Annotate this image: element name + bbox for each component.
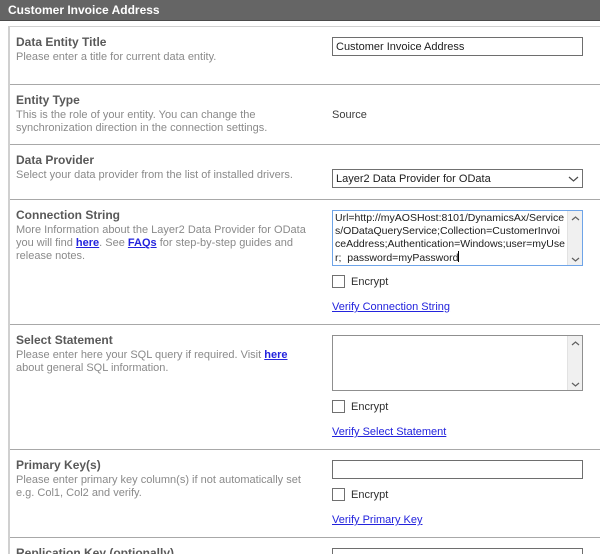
section-replication-key: Replication Key (optionally) In some cas…	[10, 537, 600, 554]
chevron-up-icon[interactable]	[571, 214, 580, 221]
connection-string-heading: Connection String	[16, 208, 317, 222]
select-statement-heading: Select Statement	[16, 333, 317, 347]
form-panel: Data Entity Title Please enter a title f…	[8, 26, 600, 554]
connection-string-textarea[interactable]: Url=http://myAOSHost:8101/DynamicsAx/Ser…	[332, 210, 583, 266]
chevron-down-icon[interactable]	[571, 255, 580, 262]
select-statement-scrollbar[interactable]	[567, 336, 582, 390]
encrypt-label: Encrypt	[351, 276, 388, 288]
text-caret	[458, 251, 459, 262]
primary-key-heading: Primary Key(s)	[16, 458, 317, 472]
section-data-entity-title: Data Entity Title Please enter a title f…	[10, 27, 600, 84]
connection-string-scrollbar[interactable]	[567, 211, 582, 265]
data-entity-title-input[interactable]: Customer Invoice Address	[332, 37, 583, 56]
verify-select-statement-link[interactable]: Verify Select Statement	[332, 426, 446, 438]
verify-primary-key-link[interactable]: Verify Primary Key	[332, 514, 422, 526]
connection-encrypt-row: Encrypt	[332, 275, 583, 288]
select-statement-textarea[interactable]	[332, 335, 583, 391]
chevron-up-icon[interactable]	[571, 339, 580, 346]
connection-desc-text-2: . See	[99, 237, 128, 249]
data-entity-title-heading: Data Entity Title	[16, 35, 317, 49]
select-desc-text-1: Please enter here your SQL query if requ…	[16, 349, 264, 361]
replication-key-input[interactable]	[332, 548, 583, 554]
primary-key-encrypt-row: Encrypt	[332, 488, 583, 501]
data-entity-title-description: Please enter a title for current data en…	[16, 51, 317, 64]
select-encrypt-row: Encrypt	[332, 400, 583, 413]
data-provider-heading: Data Provider	[16, 153, 317, 167]
data-entity-title-value: Customer Invoice Address	[336, 41, 464, 53]
encrypt-checkbox[interactable]	[332, 400, 345, 413]
data-provider-select[interactable]: Layer2 Data Provider for OData	[332, 169, 583, 188]
connection-string-value: Url=http://myAOSHost:8101/DynamicsAx/Ser…	[335, 212, 565, 264]
faqs-link[interactable]: FAQs	[128, 237, 157, 249]
primary-key-description: Please enter primary key column(s) if no…	[16, 474, 317, 500]
select-statement-description: Please enter here your SQL query if requ…	[16, 349, 317, 375]
section-data-provider: Data Provider Select your data provider …	[10, 144, 600, 199]
here-link[interactable]: here	[76, 237, 99, 249]
data-provider-selected-value: Layer2 Data Provider for OData	[336, 173, 491, 185]
section-entity-type: Entity Type This is the role of your ent…	[10, 84, 600, 144]
window-title-bar: Customer Invoice Address	[0, 0, 600, 21]
section-connection-string: Connection String More Information about…	[10, 199, 600, 324]
encrypt-label: Encrypt	[351, 401, 388, 413]
chevron-down-icon	[568, 173, 579, 185]
connection-string-description: More Information about the Layer2 Data P…	[16, 224, 317, 263]
section-primary-key: Primary Key(s) Please enter primary key …	[10, 449, 600, 537]
select-desc-text-2: about general SQL information.	[16, 362, 168, 374]
entity-type-description: This is the role of your entity. You can…	[16, 109, 317, 135]
here-link[interactable]: here	[264, 349, 287, 361]
encrypt-checkbox[interactable]	[332, 488, 345, 501]
primary-key-input[interactable]	[332, 460, 583, 479]
window-title: Customer Invoice Address	[8, 3, 160, 17]
entity-type-heading: Entity Type	[16, 93, 317, 107]
replication-key-heading: Replication Key (optionally)	[16, 546, 317, 554]
verify-connection-string-link[interactable]: Verify Connection String	[332, 301, 450, 313]
encrypt-label: Encrypt	[351, 489, 388, 501]
chevron-down-icon[interactable]	[571, 380, 580, 387]
section-select-statement: Select Statement Please enter here your …	[10, 324, 600, 449]
entity-type-value: Source	[332, 109, 583, 121]
encrypt-checkbox[interactable]	[332, 275, 345, 288]
data-provider-description: Select your data provider from the list …	[16, 169, 317, 182]
